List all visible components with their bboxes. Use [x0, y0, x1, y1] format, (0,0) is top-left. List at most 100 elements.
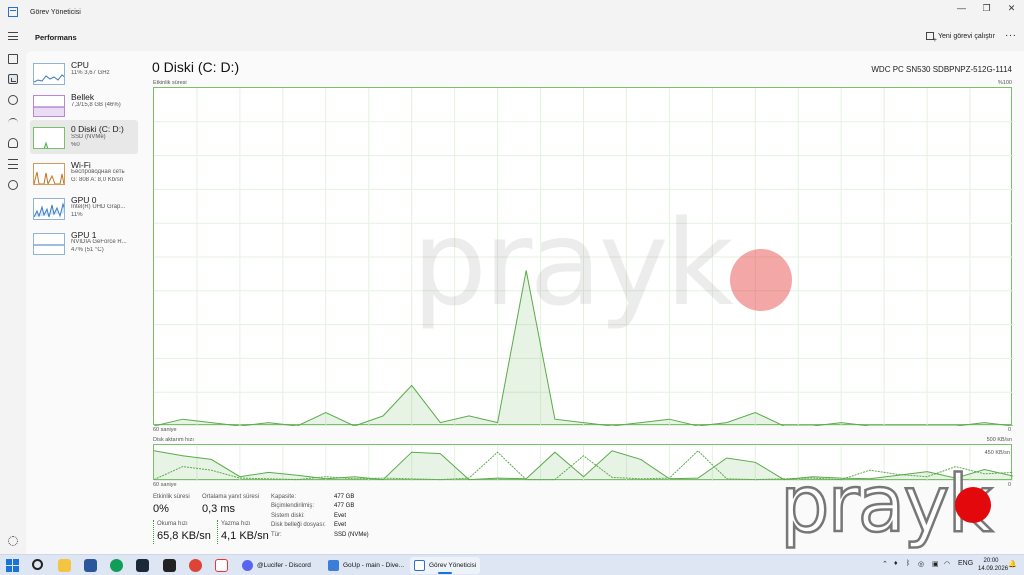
- system-disk-value: Evet: [334, 513, 347, 519]
- device-sub: 7,3/15,8 GB (46%): [71, 102, 121, 108]
- device-name: CPU: [71, 60, 89, 70]
- window-controls: — ❐ ✕: [949, 0, 1024, 24]
- more-options-button[interactable]: ···: [1005, 30, 1017, 41]
- wifi-icon[interactable]: ◠: [944, 560, 950, 568]
- system-disk-label: Sistem diski:: [271, 513, 305, 519]
- hamburger-icon[interactable]: [8, 32, 18, 40]
- activity-zero-label: 0: [1008, 427, 1012, 433]
- run-task-icon: [926, 32, 937, 44]
- notifications-icon[interactable]: 🔔: [1008, 560, 1017, 568]
- device-sub: 11%: [71, 212, 83, 218]
- disk-model: WDC PC SN530 SDBPNPZ-512G-1114: [871, 65, 1012, 74]
- search-icon[interactable]: [32, 559, 43, 570]
- page-title: Performans: [35, 33, 77, 42]
- device-sub: Беспроводная сеть: [71, 169, 125, 175]
- users-icon[interactable]: [8, 138, 18, 148]
- maximize-button[interactable]: ❐: [974, 0, 999, 16]
- device-memory[interactable]: Bellek 7,3/15,8 GB (46%): [30, 88, 138, 122]
- settings-icon[interactable]: [8, 536, 18, 546]
- transfer-chart-max: 500 KB/sn: [986, 437, 1012, 443]
- discord-icon: [242, 560, 253, 571]
- memory-thumbnail: [33, 95, 65, 117]
- write-speed-label: Yazma hızı: [221, 521, 251, 527]
- avg-response-value: 0,3 ms: [202, 503, 236, 515]
- close-button[interactable]: ✕: [999, 0, 1024, 16]
- title-bar: Görev Yöneticisi — ❐ ✕: [0, 0, 1024, 24]
- disk-title: 0 Diski (C: D:): [152, 59, 240, 75]
- chevron-up-icon[interactable]: ⌃: [882, 560, 888, 568]
- clock-time: 20:00: [983, 558, 999, 564]
- tray-app-icon[interactable]: ▣: [932, 560, 939, 568]
- transfer-chart-label: Disk aktarım hızı: [153, 437, 194, 443]
- read-rate-marker: [153, 520, 154, 544]
- transfer-chart-mid: 450 KB/sn: [984, 450, 1010, 456]
- edge-icon[interactable]: [110, 559, 123, 572]
- task-manager-icon: [8, 7, 18, 17]
- nav-rail: [0, 51, 26, 554]
- cpu-thumbnail: [33, 63, 65, 85]
- device-name: Bellek: [71, 92, 95, 102]
- watermark-large-dot: [730, 249, 792, 311]
- device-sub: 47% (51 °C): [71, 247, 104, 253]
- taskbar-app-label: GoUp - main - Dive...: [343, 562, 405, 569]
- device-name: 0 Diski (C: D:): [71, 124, 124, 134]
- capacity-label: Kapasite:: [271, 494, 297, 500]
- read-speed-label: Okuma hızı: [157, 521, 188, 527]
- taskbar-app-label: @Lucifer - Discord: [257, 562, 311, 569]
- active-time-value: 0%: [153, 503, 169, 515]
- steam-icon[interactable]: [136, 559, 149, 572]
- language-indicator[interactable]: ENG: [958, 560, 973, 567]
- run-task-label: Yeni görevi çalıştır: [938, 32, 995, 40]
- taskbar-app-label: Görev Yöneticisi: [429, 562, 477, 569]
- disk-thumbnail: [33, 127, 65, 149]
- network-icon[interactable]: ◎: [918, 560, 924, 568]
- formatted-label: Biçimlendirilmiş:: [271, 503, 315, 509]
- chrome-icon[interactable]: [189, 559, 202, 572]
- history-icon[interactable]: [8, 95, 18, 105]
- transfer-zero-label: 0: [1008, 482, 1012, 488]
- file-explorer-icon[interactable]: [58, 559, 71, 572]
- taskbar: @Lucifer - Discord GoUp - main - Dive...…: [0, 554, 1024, 575]
- performance-icon[interactable]: [8, 74, 18, 84]
- device-disk[interactable]: 0 Diski (C: D:) SSD (NVMe) %0: [30, 120, 138, 154]
- start-button[interactable]: [6, 559, 19, 572]
- bluetooth-icon[interactable]: ᛒ: [906, 560, 910, 567]
- mic-icon[interactable]: ♦: [894, 560, 898, 567]
- activity-time-label: 60 saniye: [153, 427, 177, 433]
- run-new-task-button[interactable]: Yeni görevi çalıştır: [926, 32, 995, 44]
- wifi-thumbnail: [33, 163, 65, 185]
- page-file-value: Evet: [334, 522, 347, 528]
- device-gpu-1[interactable]: GPU 1 NVIDIA GeForce R... 47% (51 °C): [30, 226, 138, 260]
- activity-chart-max: %100: [997, 80, 1012, 86]
- transfer-time-label: 60 saniye: [153, 482, 177, 488]
- store-icon[interactable]: [84, 559, 97, 572]
- write-speed-value: 4,1 KB/sn: [221, 530, 269, 542]
- device-sub: Intel(R) UHD Grap...: [71, 204, 126, 210]
- taskbar-app-goup[interactable]: GoUp - main - Dive...: [324, 557, 408, 574]
- device-cpu[interactable]: CPU 11% 3,67 GHz: [30, 56, 138, 90]
- capacity-value: 477 GB: [334, 494, 355, 500]
- header-bar: Performans Yeni görevi çalıştır ···: [0, 24, 1024, 51]
- gpu0-thumbnail: [33, 198, 65, 220]
- yandex-icon[interactable]: [215, 559, 228, 572]
- formatted-value: 477 GB: [334, 503, 355, 509]
- minimize-button[interactable]: —: [949, 0, 974, 16]
- gpu1-thumbnail: [33, 233, 65, 255]
- epic-games-icon[interactable]: [163, 559, 176, 572]
- read-speed-value: 65,8 KB/sn: [157, 530, 211, 542]
- task-manager-icon: [414, 560, 425, 571]
- taskbar-app-discord[interactable]: @Lucifer - Discord: [238, 557, 315, 574]
- device-gpu-0[interactable]: GPU 0 Intel(R) UHD Grap... 11%: [30, 191, 138, 225]
- avg-response-label: Ortalama yanıt süresi: [202, 494, 260, 500]
- processes-icon[interactable]: [8, 54, 18, 64]
- details-icon[interactable]: [8, 159, 18, 169]
- write-rate-marker: [217, 520, 218, 544]
- taskbar-app-task-manager[interactable]: Görev Yöneticisi: [410, 557, 481, 574]
- page-file-label: Disk belleği dosyası:: [271, 522, 326, 528]
- startup-icon[interactable]: [8, 118, 18, 128]
- device-wifi[interactable]: Wi-Fi Беспроводная сеть G: 808 A: 8,0 Kb…: [30, 156, 138, 190]
- clock[interactable]: 20:00 14.09.2026: [978, 557, 1008, 573]
- watermark-large: prayk: [412, 194, 734, 332]
- type-value: SSD (NVMe): [334, 532, 369, 538]
- services-icon[interactable]: [8, 180, 18, 190]
